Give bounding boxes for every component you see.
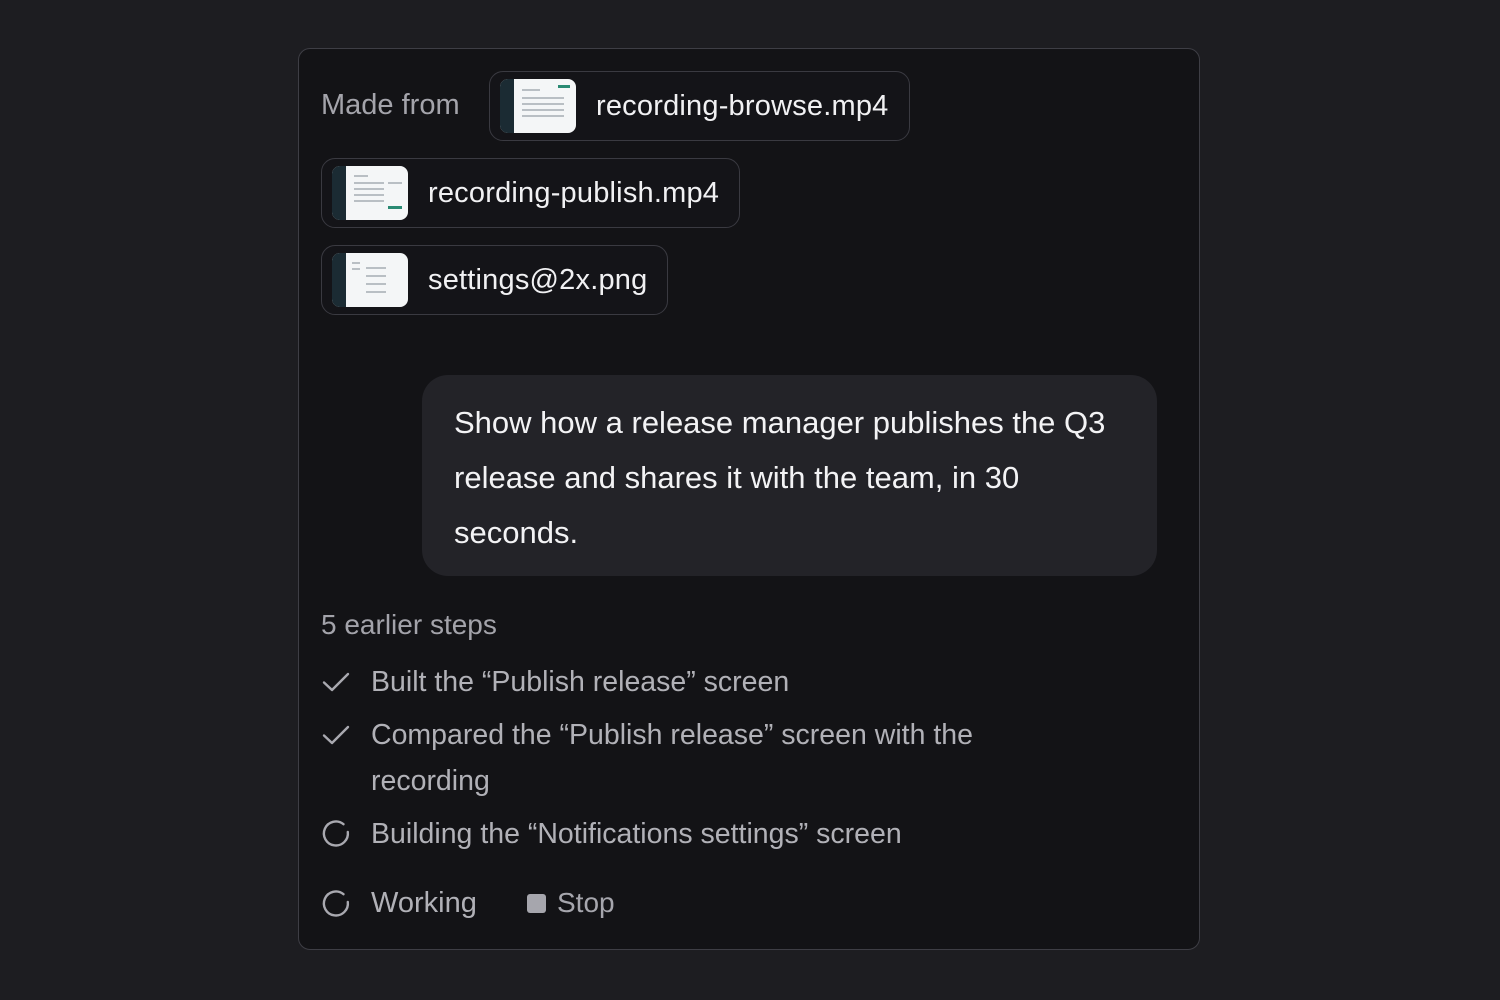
stop-icon <box>527 893 546 913</box>
step-label: Built the “Publish release” screen <box>371 666 790 698</box>
file-name: recording-browse.mp4 <box>596 89 889 122</box>
step-item: Built the “Publish release” screen <box>321 665 1081 705</box>
file-chip-recording-publish[interactable]: recording-publish.mp4 <box>321 158 741 228</box>
check-icon <box>322 725 350 745</box>
file-thumbnail <box>332 166 408 220</box>
stop-button[interactable]: Stop <box>527 887 615 919</box>
step-item: Compared the “Publish release” screen wi… <box>321 718 1081 804</box>
stop-label: Stop <box>557 887 615 918</box>
spinner-icon <box>322 820 350 847</box>
step-item: Building the “Notifications settings” sc… <box>321 817 1081 857</box>
working-status: Working <box>321 887 477 920</box>
working-label: Working <box>371 887 477 919</box>
file-chip-recording-browse[interactable]: recording-browse.mp4 <box>489 71 910 141</box>
file-thumbnail <box>332 253 408 307</box>
spinner-icon <box>322 889 350 917</box>
user-prompt-bubble: Show how a release manager publishes the… <box>422 375 1157 576</box>
file-chip-settings[interactable]: settings@2x.png <box>321 245 669 315</box>
check-icon <box>322 672 350 692</box>
step-label: Building the “Notifications settings” sc… <box>371 818 902 850</box>
step-label: Compared the “Publish release” screen wi… <box>371 719 973 797</box>
file-name: settings@2x.png <box>428 263 648 296</box>
file-name: recording-publish.mp4 <box>428 176 720 209</box>
made-from-label: Made from <box>321 89 460 121</box>
chat-panel: Made from recording-browse.mp4 recording… <box>298 48 1200 950</box>
file-thumbnail <box>500 79 576 133</box>
earlier-steps-toggle[interactable]: 5 earlier steps <box>321 607 497 643</box>
